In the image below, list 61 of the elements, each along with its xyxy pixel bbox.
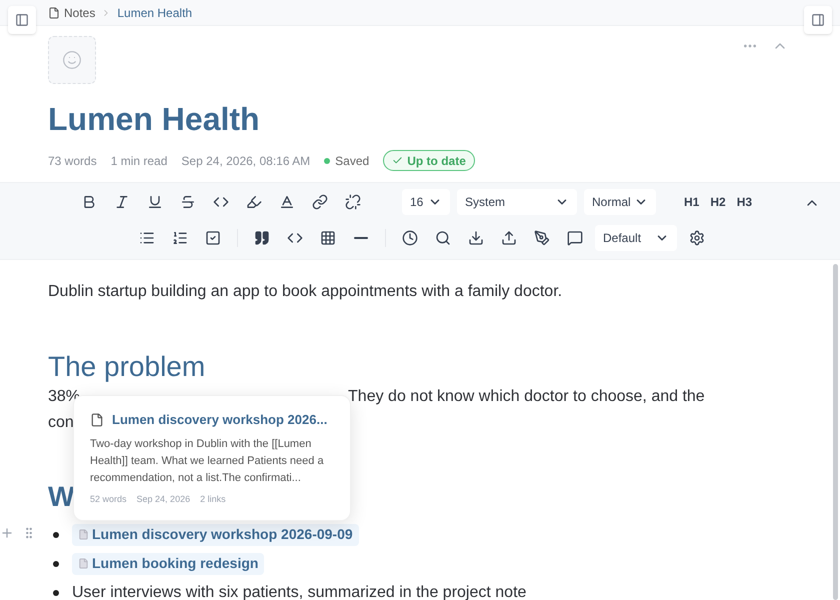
unlink-icon	[345, 194, 361, 210]
document-icon	[90, 412, 104, 427]
underline-icon	[147, 194, 163, 210]
font-size-select[interactable]: 16	[402, 189, 450, 215]
section-heading: W	[48, 480, 74, 514]
panel-toggle[interactable]	[804, 6, 832, 34]
read-time: 1 min read	[110, 152, 168, 170]
divider-icon	[354, 237, 368, 239]
note-link[interactable]: Lumen discovery workshop 2026-09-09	[72, 524, 359, 546]
list-item-text: User interviews with six patients, summarized in the project note	[72, 582, 526, 600]
bullet-icon	[53, 560, 59, 566]
download-icon	[468, 230, 484, 246]
paragraph-fragment: con	[48, 413, 74, 433]
strikethrough-icon	[180, 194, 196, 210]
popover-meta: Sep 24, 2026	[136, 492, 190, 506]
breadcrumb-link[interactable]: Lumen Health	[117, 4, 192, 22]
note-link[interactable]: Lumen booking redesign	[72, 552, 264, 574]
sidebar-toggle[interactable]	[8, 6, 36, 34]
document-icon	[78, 558, 89, 569]
font-select[interactable]: System	[457, 189, 577, 215]
text-color-icon	[279, 194, 295, 210]
panel-left-icon	[15, 13, 29, 27]
date-text: Sep 24, 2026, 08:16 AM	[181, 152, 310, 170]
section-heading: The problem	[48, 350, 206, 384]
highlight-icon	[246, 194, 262, 210]
bullet-icon	[53, 532, 59, 538]
table-icon	[320, 230, 336, 246]
quote-icon	[254, 230, 270, 246]
paragraph-fragment: They do not know which doctor to choose, and the	[348, 387, 705, 407]
numbered-list-icon	[172, 230, 188, 246]
heading-button[interactable]: H1	[683, 189, 700, 215]
sync-badge: Up to date	[383, 150, 475, 171]
paragraph: Dublin startup building an app to book appointments with a family doctor.	[48, 282, 564, 302]
document-icon	[48, 6, 60, 18]
panel-right-icon	[811, 13, 825, 27]
heading-button[interactable]: H3	[736, 189, 754, 215]
upload-icon	[501, 230, 517, 246]
history-icon	[402, 230, 418, 246]
document-icon	[78, 529, 89, 540]
popover-title[interactable]: Lumen discovery workshop 2026...	[112, 410, 328, 430]
smile-icon	[62, 50, 82, 70]
checklist-icon	[205, 230, 221, 246]
breadcrumb-link[interactable]: Notes	[64, 4, 96, 22]
heading-button[interactable]: H2	[709, 189, 727, 215]
search-icon	[435, 230, 451, 246]
bullet-icon	[53, 590, 59, 596]
word-count: 73 words	[48, 152, 97, 170]
pen-icon	[534, 230, 550, 246]
popover-excerpt: Two-day workshop in Dublin with the [[Lumen Health]] team. What we learned Patients need a recommendation, not a list.The confirmati...	[90, 436, 325, 486]
settings-icon	[689, 230, 705, 246]
save-status: Saved	[335, 152, 370, 170]
link-icon	[312, 194, 328, 210]
theme-select[interactable]: Default	[595, 225, 677, 251]
check-icon	[392, 155, 404, 166]
note-title: Lumen Health	[47, 100, 261, 138]
bullet-list-icon	[139, 230, 155, 246]
popover-meta: 2 links	[200, 492, 226, 506]
comment-icon	[567, 230, 583, 246]
style-select[interactable]: Normal	[584, 189, 656, 215]
italic-icon	[114, 194, 130, 210]
popover-meta: 52 words	[90, 492, 127, 506]
